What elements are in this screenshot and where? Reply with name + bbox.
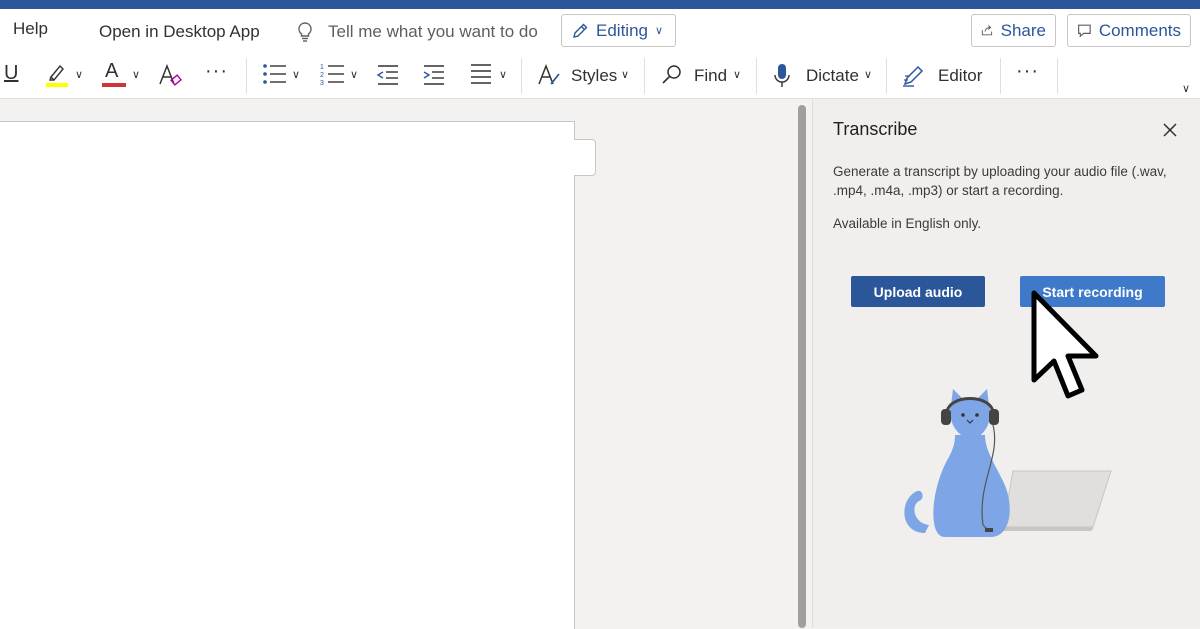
highlighter-icon	[46, 64, 68, 87]
tell-me-search[interactable]: Tell me what you want to do	[328, 22, 538, 42]
numbering-button[interactable]: 1 2 3 ∨	[320, 63, 364, 89]
bulleted-list-icon	[263, 64, 286, 84]
more-font-options-icon[interactable]: ···	[205, 60, 228, 83]
pane-description: Generate a transcript by uploading your …	[833, 164, 1167, 198]
decrease-indent-icon[interactable]	[376, 64, 400, 86]
clear-formatting-icon[interactable]	[158, 64, 184, 88]
ribbon-expand-chevron-icon[interactable]: ∨	[1182, 82, 1190, 95]
more-options-icon[interactable]: ···	[1016, 60, 1039, 83]
editor-button[interactable]: Editor	[901, 62, 991, 90]
align-icon	[471, 64, 491, 84]
underline-button[interactable]: U	[4, 62, 18, 85]
close-icon[interactable]	[1159, 119, 1181, 141]
search-icon	[662, 65, 681, 84]
comments-button[interactable]: Comments	[1067, 14, 1191, 47]
comment-icon	[1078, 24, 1091, 38]
chevron-down-icon: ∨	[864, 69, 873, 81]
bullets-button[interactable]: ∨	[262, 63, 306, 89]
find-label: Find	[694, 66, 728, 85]
chevron-down-icon: ∨	[733, 69, 742, 81]
editing-label: Editing	[596, 20, 648, 40]
styles-icon	[538, 64, 560, 85]
alignment-button[interactable]: ∨	[469, 63, 513, 89]
cat-with-headphones-illustration	[904, 389, 1112, 537]
upload-audio-button[interactable]: Upload audio	[851, 276, 985, 307]
ribbon-toolbar: U ∨ A ∨ ··· ∨ 1 2 3 ∨ ∨ Styles ∨ Find ∨ …	[0, 54, 1200, 99]
styles-label: Styles	[571, 66, 618, 85]
pencil-icon	[573, 23, 588, 38]
divider	[886, 58, 887, 94]
share-button[interactable]: Share	[971, 14, 1056, 47]
chevron-down-icon: ∨	[654, 25, 664, 37]
styles-button[interactable]: Styles ∨	[537, 62, 637, 90]
numbered-list-icon: 1 2 3	[320, 64, 344, 87]
font-color-glyph: A	[105, 60, 119, 82]
share-label: Share	[1000, 20, 1046, 40]
chevron-down-icon: ∨	[292, 69, 301, 81]
svg-text:3: 3	[320, 80, 324, 85]
microphone-icon	[774, 64, 790, 87]
share-icon	[981, 25, 993, 36]
transcribe-pane: Transcribe Generate a transcript by uplo…	[812, 99, 1200, 628]
svg-text:2: 2	[320, 72, 324, 79]
divider	[521, 58, 522, 94]
document-scrollbar[interactable]	[798, 105, 806, 628]
chevron-down-icon: ∨	[621, 69, 630, 81]
availability-note: Available in English only.	[833, 216, 982, 231]
dictate-button[interactable]: Dictate ∨	[773, 62, 879, 90]
editing-mode-button[interactable]: Editing ∨	[561, 14, 676, 47]
menu-bar: Help Open in Desktop App Tell me what yo…	[0, 9, 1200, 54]
divider	[644, 58, 645, 94]
open-in-desktop-app-button[interactable]: Open in Desktop App	[99, 22, 260, 42]
comments-label: Comments	[1098, 20, 1181, 40]
title-bar-strip	[0, 0, 1200, 9]
increase-indent-icon[interactable]	[422, 64, 446, 86]
editor-label: Editor	[938, 66, 983, 85]
svg-text:1: 1	[320, 64, 324, 71]
document-page[interactable]	[0, 121, 575, 629]
page-side-tab	[574, 139, 596, 176]
chevron-down-icon: ∨	[499, 69, 508, 81]
mouse-cursor-icon	[1031, 290, 1099, 399]
divider	[756, 58, 757, 94]
menu-help[interactable]: Help	[13, 19, 48, 39]
font-color-button[interactable]: A ∨	[102, 60, 148, 90]
pane-title: Transcribe	[833, 119, 918, 139]
chevron-down-icon: ∨	[132, 69, 141, 81]
highlight-color-button[interactable]: ∨	[45, 62, 91, 90]
find-button[interactable]: Find ∨	[661, 62, 749, 90]
dictate-label: Dictate	[806, 66, 859, 85]
font-color-swatch	[102, 83, 126, 87]
editor-pen-icon	[903, 65, 924, 87]
divider	[1057, 58, 1058, 94]
divider	[1000, 58, 1001, 94]
chevron-down-icon: ∨	[75, 69, 84, 81]
lightbulb-icon	[298, 22, 312, 42]
chevron-down-icon: ∨	[350, 69, 359, 81]
divider	[246, 58, 247, 94]
